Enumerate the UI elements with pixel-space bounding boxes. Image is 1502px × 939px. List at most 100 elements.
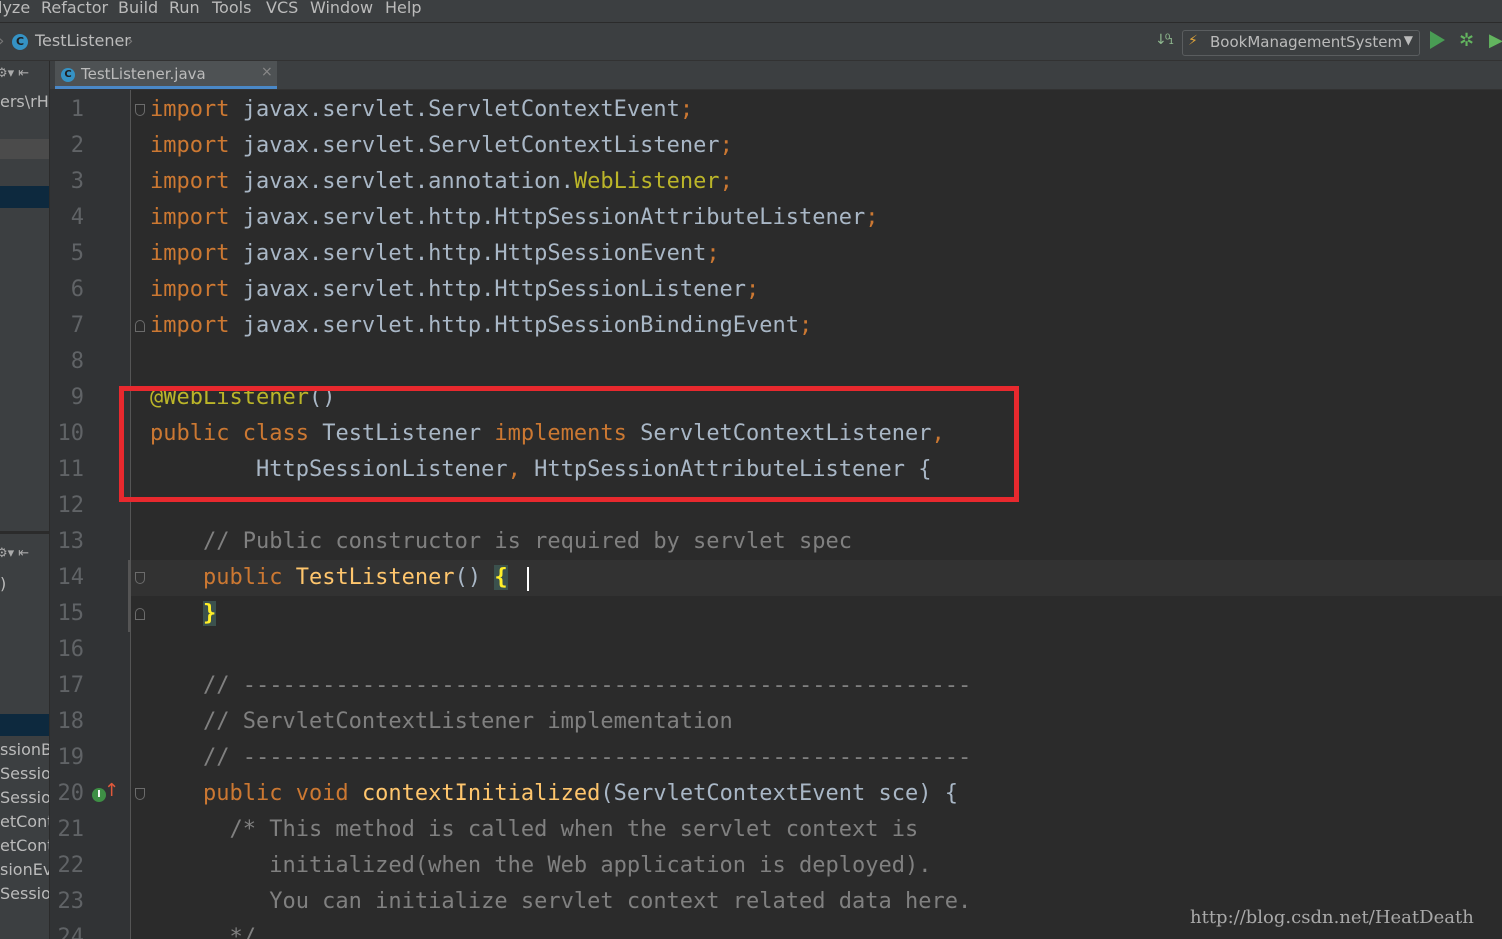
- tree-row-selected[interactable]: [0, 186, 49, 208]
- code-token: import: [150, 133, 230, 158]
- code-line[interactable]: }: [150, 596, 217, 632]
- structure-item[interactable]: Sessior: [0, 788, 49, 807]
- menu-analyze[interactable]: lyze: [0, 0, 30, 18]
- code-token: {: [494, 565, 508, 590]
- structure-paren-fragment: ): [0, 574, 7, 593]
- code-token: import: [150, 205, 230, 230]
- run-configuration-select[interactable]: ⚡ BookManagementSystem ▼: [1182, 30, 1420, 56]
- line-number: 17: [57, 673, 85, 698]
- code-line[interactable]: // Public constructor is required by ser…: [150, 524, 852, 560]
- tab-label: TestListener.java: [81, 65, 206, 83]
- fold-marker-icon[interactable]: [135, 104, 145, 116]
- menu-help[interactable]: Help: [385, 0, 421, 18]
- line-number: 5: [70, 241, 84, 266]
- line-number-gutter: 1 2 3 4 5 6 7 8 9 10 11 12 13 14 15 16 17 18 19 20 21 22 23 24: [50, 90, 130, 939]
- run-configuration-label: BookManagementSystem: [1210, 33, 1403, 51]
- code-line[interactable]: // ServletContextListener implementation: [150, 704, 733, 740]
- line-number: 13: [57, 529, 85, 554]
- code-token: ;: [706, 241, 720, 266]
- code-line[interactable]: public void contextInitialized(ServletCo…: [150, 776, 958, 812]
- navigation-bar: › C TestListener › ↓⁰₁ ⚡ BookManagementS…: [0, 23, 1502, 61]
- code-line[interactable]: */: [150, 920, 256, 939]
- menu-tools[interactable]: Tools: [212, 0, 251, 18]
- structure-item[interactable]: Session: [0, 884, 49, 903]
- structure-item[interactable]: Sessior: [0, 764, 49, 783]
- breadcrumb-separator-icon: ›: [0, 31, 4, 50]
- tree-row-highlight[interactable]: [0, 139, 49, 159]
- menu-window[interactable]: Window: [310, 0, 373, 18]
- line-number: 3: [70, 169, 84, 194]
- code-token: You can initialize servlet context relat…: [150, 889, 972, 914]
- code-token: javax.servlet.annotation.: [229, 169, 574, 194]
- structure-item[interactable]: ssionBi: [0, 740, 49, 759]
- close-icon[interactable]: ×: [261, 64, 273, 80]
- code-token: javax.servlet.http.HttpSessionAttributeL…: [229, 205, 866, 230]
- line-number: 8: [70, 349, 84, 374]
- menu-build[interactable]: Build: [118, 0, 158, 18]
- line-number: 23: [57, 889, 85, 914]
- code-token: }: [202, 601, 217, 626]
- code-token: ;: [746, 277, 760, 302]
- code-line[interactable]: import javax.servlet.http.HttpSessionBin…: [150, 308, 812, 344]
- code-line[interactable]: import javax.servlet.annotation.WebListe…: [150, 164, 733, 200]
- code-token: contextInitialized: [361, 781, 601, 806]
- structure-item[interactable]: etConte: [0, 836, 49, 855]
- code-line[interactable]: public TestListener() {: [150, 560, 508, 596]
- menu-bar: lyze Refactor Build Run Tools VCS Window…: [0, 0, 1502, 23]
- line-number: 16: [57, 637, 85, 662]
- fold-marker-icon[interactable]: [135, 788, 145, 800]
- coverage-icon[interactable]: ▶: [1489, 30, 1502, 51]
- structure-row-selected[interactable]: [0, 714, 49, 736]
- breadcrumb-class[interactable]: TestListener: [35, 31, 131, 50]
- debug-icon[interactable]: ✲: [1459, 30, 1474, 51]
- code-token: ;: [719, 133, 733, 158]
- sort-icon[interactable]: ↓⁰₁: [1155, 32, 1174, 48]
- structure-item[interactable]: sionEv: [0, 860, 49, 879]
- structure-gear-icon[interactable]: ⚙▾ ⇤: [0, 546, 29, 561]
- tab-testlistener[interactable]: C TestListener.java ×: [55, 61, 277, 89]
- structure-item[interactable]: etCont: [0, 812, 49, 831]
- project-panel: ⚙▾ ⇤ ers\rHo ⚙▾ ⇤ ) ssionBi Sessior Sess…: [0, 61, 50, 939]
- line-number: 4: [70, 205, 84, 230]
- code-line[interactable]: import javax.servlet.http.HttpSessionLis…: [150, 272, 759, 308]
- code-token: /* This method is called when the servle…: [150, 817, 919, 842]
- code-token: WebListener: [573, 169, 720, 194]
- code-line[interactable]: // -------------------------------------…: [150, 668, 971, 704]
- line-number: 22: [57, 853, 85, 878]
- menu-refactor[interactable]: Refactor: [41, 0, 108, 18]
- code-token: initialized(when the Web application is …: [150, 853, 932, 878]
- menu-run[interactable]: Run: [169, 0, 200, 18]
- code-line[interactable]: // -------------------------------------…: [150, 740, 971, 776]
- code-editor[interactable]: 1 2 3 4 5 6 7 8 9 10 11 12 13 14 15 16 17 18 19 20 21 22 23 24 …: [50, 90, 1502, 939]
- code-line[interactable]: import javax.servlet.http.HttpSessionAtt…: [150, 200, 879, 236]
- fold-marker-icon[interactable]: [135, 572, 145, 584]
- code-token: ;: [719, 169, 733, 194]
- class-icon: C: [12, 34, 28, 50]
- gutter-separator: [130, 90, 131, 939]
- code-line[interactable]: initialized(when the Web application is …: [150, 848, 931, 884]
- code-token: import: [150, 313, 230, 338]
- code-token: */: [150, 925, 256, 939]
- code-token: public void: [150, 781, 349, 806]
- code-token: javax.servlet.ServletContextListener: [229, 133, 720, 158]
- line-number: 15: [57, 601, 85, 626]
- menu-vcs[interactable]: VCS: [266, 0, 298, 18]
- code-token: (ServletContextEvent sce) {: [600, 781, 958, 806]
- line-number: 1: [70, 97, 84, 122]
- code-token: import: [150, 97, 230, 122]
- code-line[interactable]: You can initialize servlet context relat…: [150, 884, 971, 920]
- run-icon[interactable]: [1430, 31, 1445, 49]
- code-line[interactable]: import javax.servlet.ServletContextEvent…: [150, 92, 693, 128]
- line-number: 6: [70, 277, 84, 302]
- code-token: // -------------------------------------…: [150, 745, 972, 770]
- line-number: 21: [57, 817, 85, 842]
- code-token: ;: [679, 97, 694, 122]
- code-line[interactable]: /* This method is called when the servle…: [150, 812, 918, 848]
- code-line[interactable]: import javax.servlet.ServletContextListe…: [150, 128, 733, 164]
- code-line[interactable]: import javax.servlet.http.HttpSessionEve…: [150, 236, 720, 272]
- gear-icon[interactable]: ⚙▾ ⇤: [0, 66, 29, 81]
- breadcrumb-chevron-icon: ›: [127, 31, 134, 50]
- fold-marker-icon[interactable]: [135, 320, 145, 332]
- fold-marker-icon[interactable]: [135, 608, 145, 620]
